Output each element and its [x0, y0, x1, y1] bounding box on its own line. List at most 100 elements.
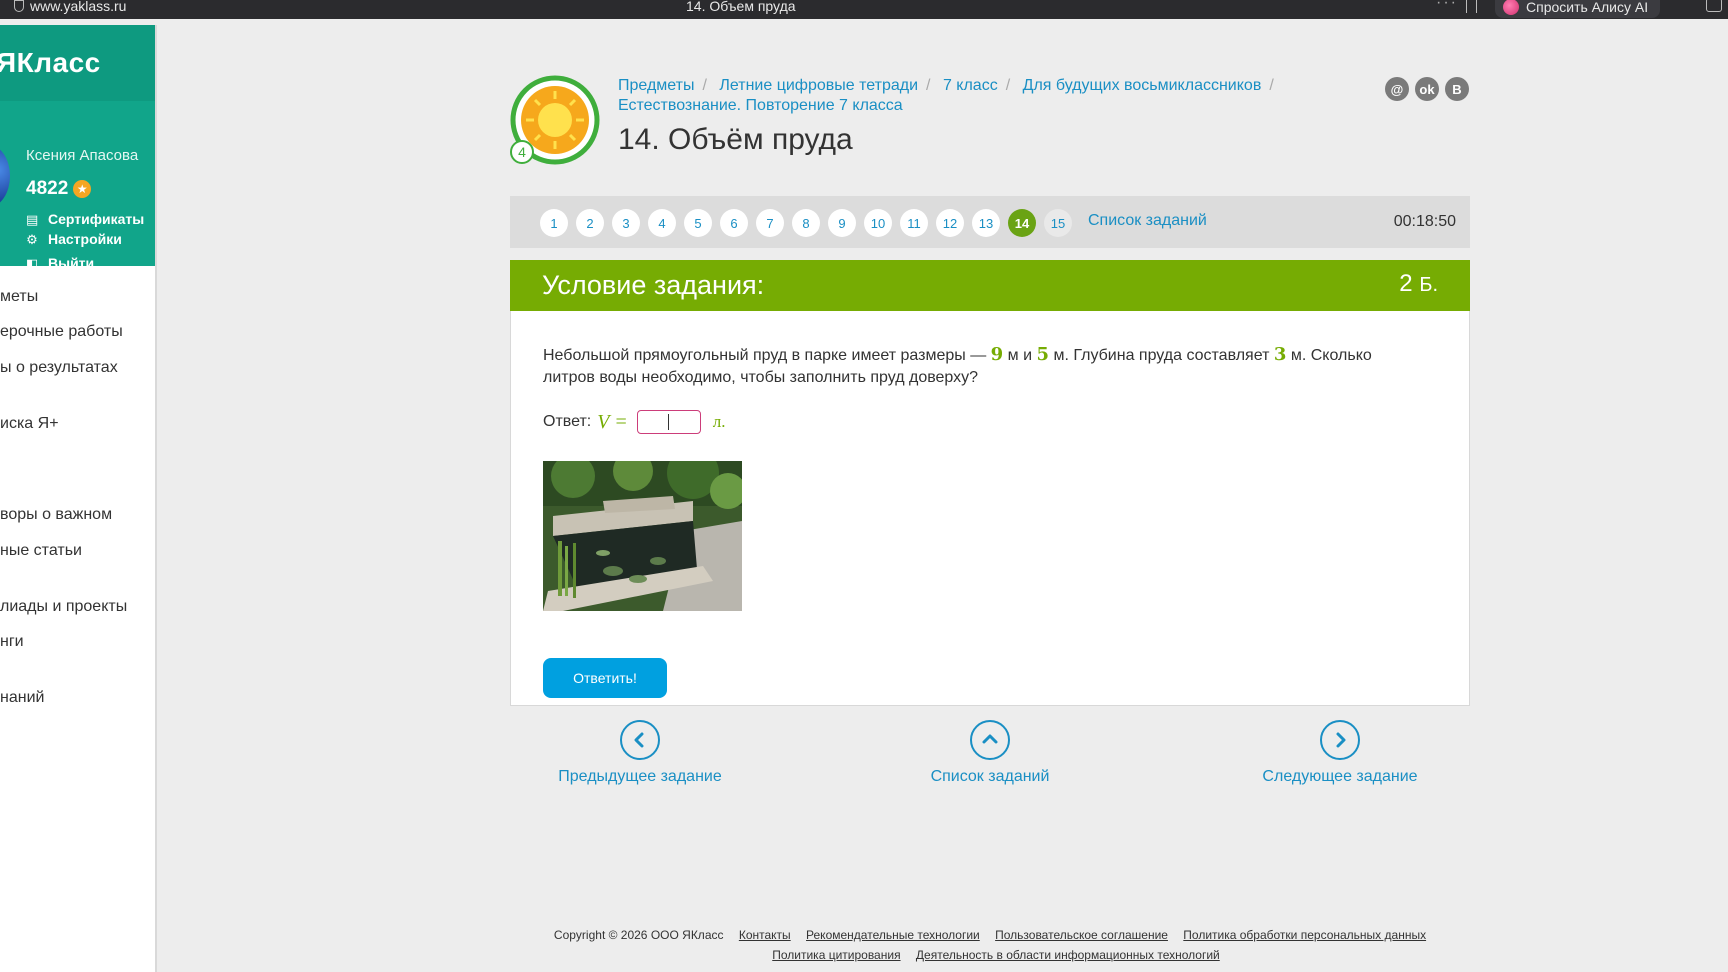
sidebar-link-settings[interactable]: ⚙ Настройки [26, 231, 122, 247]
sidebar-item[interactable]: ерочные работы [0, 323, 123, 341]
shield-icon [14, 0, 24, 12]
footer-link-privacy[interactable]: Политика обработки персональных данных [1183, 928, 1426, 942]
sidebar-item[interactable]: ы о результатах [0, 359, 118, 377]
breadcrumb: Предметы / Летние цифровые тетради/ 7 кла… [618, 77, 1274, 114]
alice-label: Спросить Алису AI [1526, 0, 1649, 15]
breadcrumb-item[interactable]: Естествознание. Повторение 7 класса [618, 97, 903, 114]
points-counter: 4822 ★ [26, 178, 92, 200]
copyright: Copyright © 2026 ООО ЯКласс [553, 928, 724, 942]
sidebar-item[interactable]: меты [0, 288, 38, 306]
task-number[interactable]: 5 [684, 209, 712, 237]
answer-unit: л. [712, 412, 726, 431]
answer-variable: V [597, 410, 610, 433]
prev-task-link[interactable]: Предыдущее задание [540, 720, 740, 786]
more-icon[interactable]: ··· [1436, 0, 1458, 12]
sidebar-item[interactable]: лиады и проекты [0, 598, 127, 616]
chevron-left-icon [620, 720, 660, 760]
star-icon: ★ [73, 180, 92, 198]
dimension-depth: 3 [1273, 344, 1287, 365]
certificate-icon: ▤ [26, 211, 39, 227]
task-number[interactable]: 4 [648, 209, 676, 237]
problem-text: Небольшой прямоугольный пруд в парке име… [543, 344, 1372, 386]
footer-link-recommendation-tech[interactable]: Рекомендательные технологии [806, 928, 980, 942]
dimension-length: 9 [990, 344, 1004, 365]
task-number[interactable]: 15 [1044, 209, 1072, 237]
chevron-up-icon [970, 720, 1010, 760]
task-number[interactable]: 11 [900, 209, 928, 237]
avatar[interactable] [0, 145, 10, 207]
dimension-width: 5 [1036, 344, 1050, 365]
badge-level: 4 [518, 144, 526, 160]
gear-icon: ⚙ [26, 231, 38, 247]
task-navigation-bar: 1 2 3 4 5 6 7 8 9 10 11 12 13 14 15 Спис… [510, 196, 1470, 248]
sidebar-item[interactable]: нги [0, 633, 24, 651]
breadcrumb-item[interactable]: Предметы [618, 77, 694, 94]
footer-link-user-agreement[interactable]: Пользовательское соглашение [995, 928, 1168, 942]
social-share: @ ok B [1385, 77, 1469, 101]
logo[interactable]: ЯКласс [0, 47, 101, 79]
answer-row: Ответ: V = л. [543, 410, 725, 434]
answer-equals: = [615, 410, 627, 433]
bookmark-icon[interactable] [1466, 0, 1477, 13]
condition-header: Условие задания: 2 Б. [510, 260, 1470, 311]
task-number[interactable]: 1 [540, 209, 568, 237]
sidebar-link-logout[interactable]: ◧ Выйти [26, 255, 94, 266]
condition-body: Небольшой прямоугольный пруд в парке име… [510, 311, 1470, 706]
points-value: 4822 [26, 178, 69, 199]
answer-input[interactable] [636, 410, 701, 434]
task-number[interactable]: 8 [792, 209, 820, 237]
task-number[interactable]: 13 [972, 209, 1000, 237]
condition-title: Условие задания: [542, 270, 765, 300]
task-list-link[interactable]: Список заданий [1088, 212, 1207, 230]
sidebar: ЯКласс Ксения Апасова 4822 ★ ▤ Сертифика… [0, 25, 157, 972]
next-task-link[interactable]: Следующее задание [1240, 720, 1440, 786]
sidebar-link-certificates[interactable]: ▤ Сертификаты [26, 211, 144, 227]
extensions-icon[interactable] [1706, 0, 1722, 12]
mail-icon[interactable]: @ [1385, 77, 1409, 101]
breadcrumb-item[interactable]: Для будущих восьмиклассников [1023, 77, 1262, 94]
task-list-nav-link[interactable]: Список заданий [890, 720, 1090, 786]
next-task-label: Следующее задание [1262, 768, 1418, 785]
sidebar-item[interactable]: иска Я+ [0, 415, 59, 433]
alice-button[interactable]: Спросить Алису AI [1495, 0, 1661, 18]
sidebar-profile: ЯКласс Ксения Апасова 4822 ★ ▤ Сертифика… [0, 25, 155, 266]
alice-icon [1503, 0, 1519, 15]
sidebar-item[interactable]: наний [0, 689, 44, 707]
logout-icon: ◧ [26, 255, 39, 267]
task-number[interactable]: 9 [828, 209, 856, 237]
footer-link-citation[interactable]: Политика цитирования [772, 948, 900, 962]
task-points: 2 Б. [1399, 270, 1438, 297]
address-bar[interactable]: www.yaklass.ru [14, 0, 126, 14]
page-title: 14. Объём пруда [618, 123, 853, 156]
footer-row-2: Политика цитирования Деятельность в обла… [510, 945, 1470, 965]
vk-icon[interactable]: B [1445, 77, 1469, 101]
task-list-nav-label: Список заданий [930, 768, 1050, 785]
footer-row-1: Copyright © 2026 ООО ЯКласс Контакты Рек… [510, 925, 1470, 945]
task-number-current[interactable]: 14 [1008, 209, 1036, 237]
task-number[interactable]: 6 [720, 209, 748, 237]
task-number[interactable]: 12 [936, 209, 964, 237]
prev-task-label: Предыдущее задание [558, 768, 722, 785]
sun-badge-icon: 4 [510, 75, 600, 165]
timer: 00:18:50 [1393, 213, 1456, 230]
footer-link-it-activity[interactable]: Деятельность в области информационных те… [916, 948, 1220, 962]
tab-title: 14. Объем пруда [686, 0, 796, 14]
task-number[interactable]: 2 [576, 209, 604, 237]
odnoklassniki-icon[interactable]: ok [1415, 77, 1439, 101]
task-number[interactable]: 3 [612, 209, 640, 237]
task-number[interactable]: 10 [864, 209, 892, 237]
task-number[interactable]: 7 [756, 209, 784, 237]
user-name[interactable]: Ксения Апасова [26, 147, 138, 164]
browser-toolbar: www.yaklass.ru 14. Объем пруда ··· Спрос… [0, 0, 1728, 19]
answer-label: Ответ: [543, 413, 592, 430]
pond-image [543, 461, 742, 611]
breadcrumb-item[interactable]: Летние цифровые тетради [719, 77, 918, 94]
sidebar-item[interactable]: воры о важном [0, 506, 112, 524]
footer: Copyright © 2026 ООО ЯКласс Контакты Рек… [510, 925, 1470, 965]
submit-answer-button[interactable]: Ответить! [543, 658, 667, 698]
breadcrumb-item[interactable]: 7 класс [943, 77, 998, 94]
footer-link-contacts[interactable]: Контакты [739, 928, 791, 942]
sidebar-item[interactable]: ные статьи [0, 542, 82, 560]
url-text: www.yaklass.ru [30, 0, 127, 14]
chevron-right-icon [1320, 720, 1360, 760]
